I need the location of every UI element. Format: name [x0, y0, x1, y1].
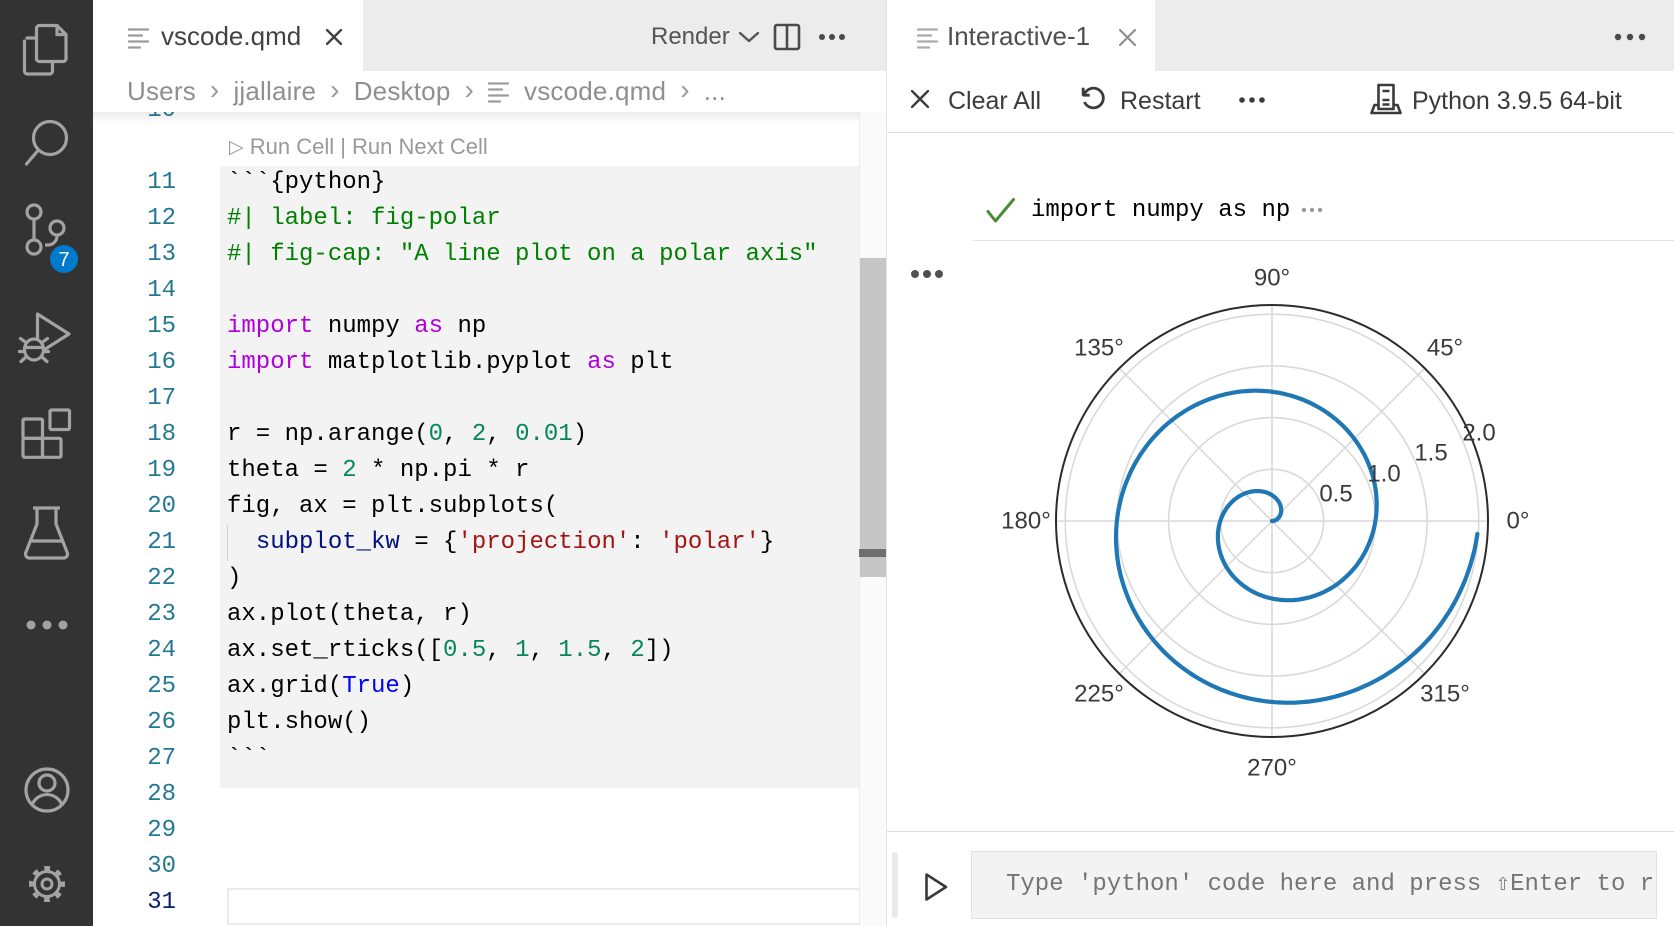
svg-text:45°: 45°	[1427, 335, 1463, 362]
svg-text:0.5: 0.5	[1319, 481, 1352, 508]
svg-text:270°: 270°	[1247, 755, 1297, 782]
svg-text:180°: 180°	[1001, 508, 1051, 535]
svg-text:7: 7	[58, 249, 69, 271]
svg-text:2.0: 2.0	[1462, 420, 1495, 447]
svg-text:0°: 0°	[1507, 508, 1530, 535]
svg-text:225°: 225°	[1074, 681, 1124, 708]
svg-text:1.0: 1.0	[1367, 461, 1400, 488]
svg-text:90°: 90°	[1254, 265, 1290, 292]
svg-text:1.5: 1.5	[1414, 440, 1447, 467]
svg-text:135°: 135°	[1074, 335, 1124, 362]
svg-text:315°: 315°	[1420, 681, 1470, 708]
